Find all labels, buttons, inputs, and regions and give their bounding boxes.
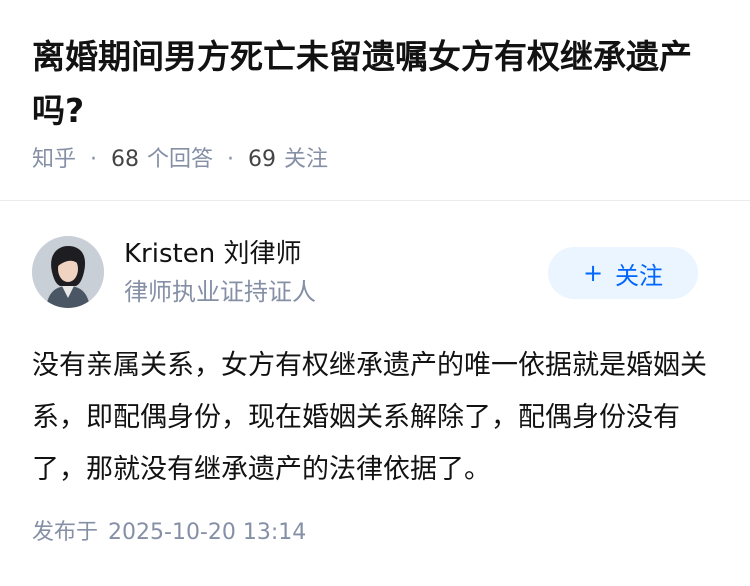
follower-count-label: 关注 (284, 147, 329, 172)
follow-button[interactable]: + 关注 (548, 247, 698, 299)
question-title[interactable]: 离婚期间男方死亡未留遗嘱女方有权继承遗产吗? (32, 30, 722, 138)
publish-info: 发布于 2025-10-20 13:14 (32, 516, 306, 550)
answer-count-label: 个回答 (147, 147, 214, 172)
separator-dot: · (227, 147, 235, 172)
plus-icon: + (582, 259, 604, 287)
question-meta: 知乎 · 68 个回答 · 69 关注 (32, 142, 328, 178)
author-avatar[interactable] (32, 236, 104, 308)
publish-label: 发布于 (32, 520, 99, 545)
section-divider (0, 200, 750, 201)
answer-content: 没有亲属关系，女方有权继承遗产的唯一依据就是婚姻关系，即配偶身份，现在婚姻关系解… (32, 350, 707, 485)
avatar-portrait-icon (32, 236, 104, 308)
separator-dot: · (90, 147, 98, 172)
publish-time: 2025-10-20 13:14 (108, 520, 307, 545)
author-headline: 律师执业证持证人 (124, 278, 316, 306)
follower-count: 69 (248, 147, 277, 172)
follow-button-label: 关注 (615, 261, 664, 290)
answer-count: 68 (111, 147, 140, 172)
source-label[interactable]: 知乎 (32, 147, 76, 172)
author-name[interactable]: Kristen 刘律师 (124, 236, 301, 272)
